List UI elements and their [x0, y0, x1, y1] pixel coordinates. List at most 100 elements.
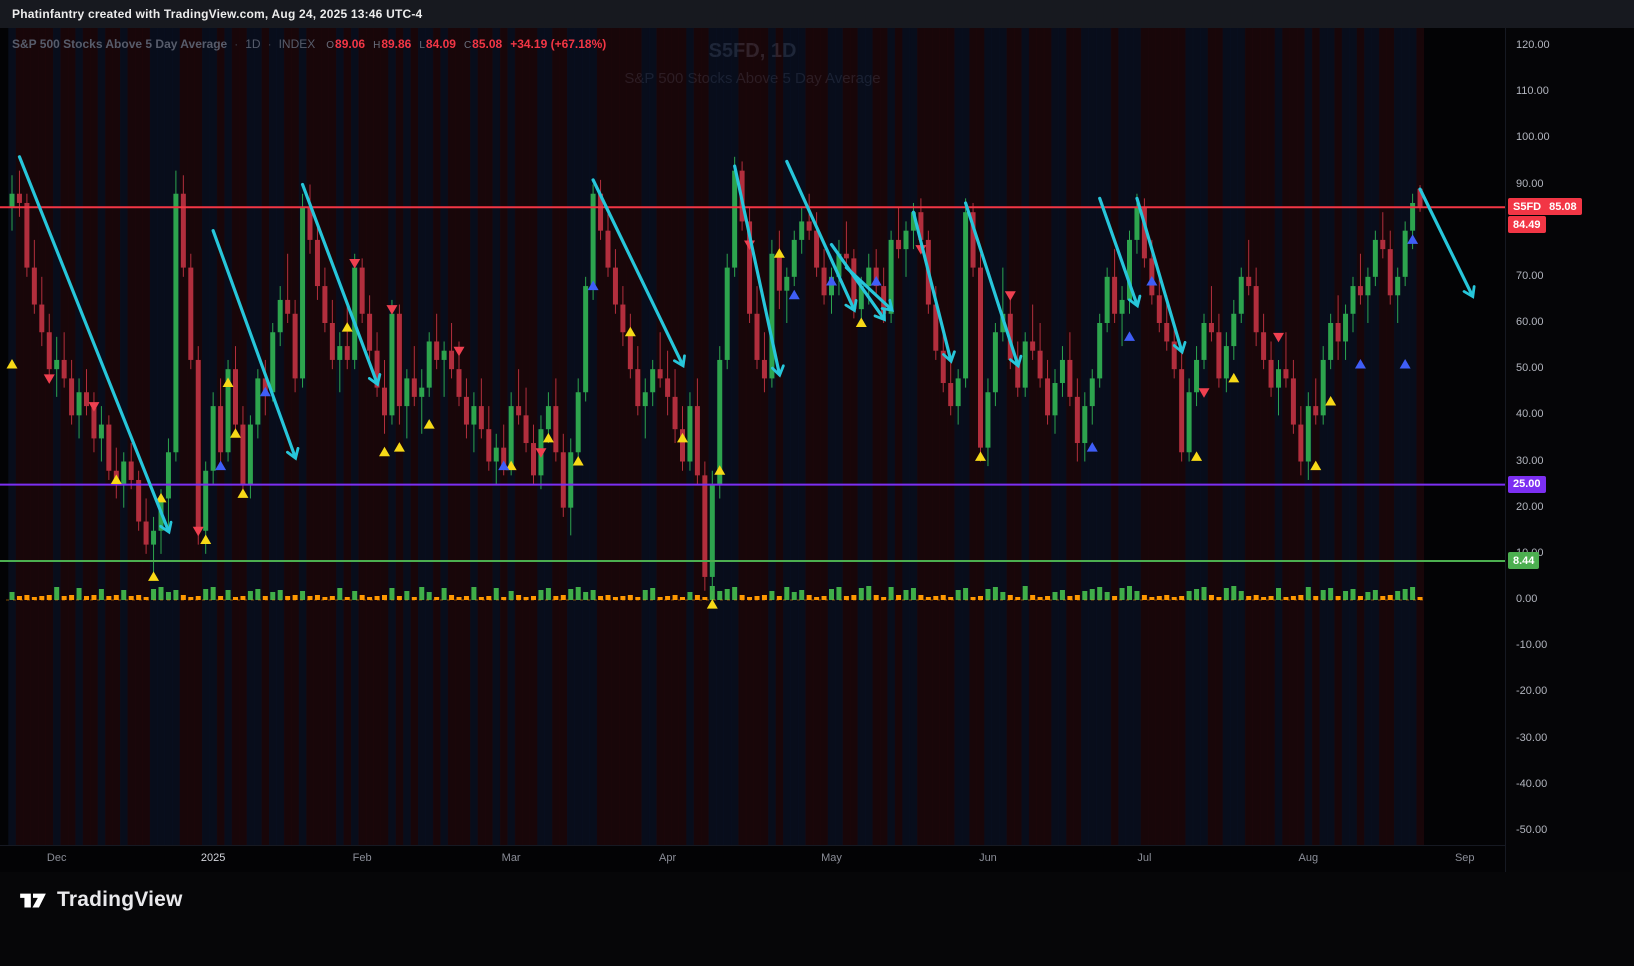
attribution-text: Phatinfantry created with TradingView.co… [12, 7, 423, 21]
volume-bar [352, 591, 358, 600]
session-stripe [745, 28, 754, 845]
candle-body [769, 253, 775, 379]
session-stripe [1125, 28, 1134, 845]
volume-bar [665, 596, 671, 600]
candle-body [903, 230, 909, 250]
volume-bar [568, 589, 574, 600]
session-stripe [604, 28, 613, 845]
price-tick-label: 50.00 [1516, 362, 1544, 375]
price-tag-s5fd: S5FD 85.08 [1508, 198, 1582, 216]
price-tick-label: 60.00 [1516, 316, 1544, 328]
time-tick-label: May [821, 852, 842, 864]
volume-bar [1104, 592, 1110, 600]
candle-body [195, 359, 201, 531]
price-tick-label: 70.00 [1516, 269, 1544, 282]
session-stripe [902, 28, 911, 845]
volume-bar [54, 587, 60, 600]
session-stripe [343, 28, 352, 845]
volume-bar [382, 595, 387, 600]
candle-body [322, 286, 328, 323]
volume-bar [545, 588, 551, 600]
volume-bar [717, 591, 723, 600]
candle-body [367, 313, 373, 351]
candle-body [523, 415, 529, 444]
volume-bar [1395, 591, 1401, 600]
candle-body [1112, 276, 1118, 314]
volume-bar [642, 590, 648, 600]
candle-body [1082, 406, 1088, 444]
volume-bar [262, 596, 268, 600]
candle-body [218, 406, 224, 453]
volume-bar [98, 589, 104, 600]
candle-body [31, 267, 37, 305]
candle-body [583, 286, 589, 393]
volume-bar [985, 589, 991, 600]
volume-bar [516, 595, 522, 600]
candle-body [106, 424, 112, 471]
volume-bar [598, 596, 604, 600]
session-stripe [23, 28, 31, 845]
symbol-legend[interactable]: S&P 500 Stocks Above 5 Day Average · 1D … [12, 37, 606, 51]
session-stripe [52, 28, 61, 845]
candle-body [292, 313, 298, 379]
candle-body [508, 406, 514, 467]
legend-close: C85.08 [463, 37, 503, 51]
session-stripe [1103, 28, 1112, 845]
candle-body [240, 424, 246, 485]
session-stripe [1371, 28, 1380, 845]
volume-bar [396, 596, 402, 600]
legend-low: L84.09 [419, 37, 456, 51]
session-stripe [201, 28, 210, 845]
session-stripe [112, 28, 121, 845]
volume-bar [1089, 589, 1095, 600]
session-stripe [313, 28, 322, 845]
candle-body [1037, 350, 1043, 379]
candle-body [314, 239, 320, 287]
candle-body [1097, 323, 1103, 379]
price-chart-canvas[interactable] [0, 28, 1505, 845]
session-stripe [812, 28, 821, 845]
volume-bar [1268, 596, 1274, 600]
candle-body [180, 193, 186, 268]
chart-pane[interactable]: S5FD, 1D S&P 500 Stocks Above 5 Day Aver… [0, 28, 1634, 872]
candle-body [344, 346, 350, 360]
session-stripe [1207, 28, 1216, 845]
candle-body [173, 193, 179, 453]
candle-body [486, 429, 492, 462]
volume-bar [866, 586, 872, 600]
volume-bar [1290, 596, 1296, 600]
candle-body [1365, 276, 1371, 296]
session-stripe [45, 28, 54, 845]
candle-body [791, 239, 797, 277]
price-axis[interactable]: 120.00110.00100.0090.0080.0070.0060.0050… [1505, 28, 1634, 872]
volume-bar [978, 596, 983, 600]
legend-timeframe[interactable]: 1D [245, 37, 260, 51]
candle-body [1201, 323, 1207, 360]
plot-area[interactable]: S5FD, 1D S&P 500 Stocks Above 5 Day Aver… [0, 28, 1505, 872]
volume-bar [210, 587, 216, 600]
session-stripe [708, 28, 717, 845]
volume-bar [225, 590, 231, 600]
candle-body [1343, 313, 1349, 342]
legend-symbol-title[interactable]: S&P 500 Stocks Above 5 Day Average [12, 37, 227, 51]
candle-body [1171, 341, 1177, 370]
tradingview-brand-link[interactable]: TradingView [18, 885, 183, 915]
session-stripe [164, 28, 173, 845]
volume-bar [821, 596, 827, 600]
session-stripe [447, 28, 456, 845]
volume-bar [359, 595, 365, 600]
time-axis[interactable]: Dec 2025 Feb Mar Apr May Jun Jul Aug Sep [0, 845, 1505, 872]
time-tick-label: Mar [501, 852, 521, 864]
volume-bar [463, 596, 469, 600]
session-stripe [663, 28, 672, 845]
volume-bar [724, 589, 730, 600]
price-tag-value: 84.49 [1513, 218, 1541, 231]
volume-bar [851, 595, 857, 600]
session-stripe [120, 28, 128, 845]
session-stripe [760, 28, 769, 845]
trend-arrow-drawing[interactable] [1418, 187, 1476, 299]
volume-bar [1119, 588, 1125, 600]
volume-bar [933, 596, 939, 600]
volume-bar [106, 596, 112, 600]
session-stripe [775, 28, 784, 845]
